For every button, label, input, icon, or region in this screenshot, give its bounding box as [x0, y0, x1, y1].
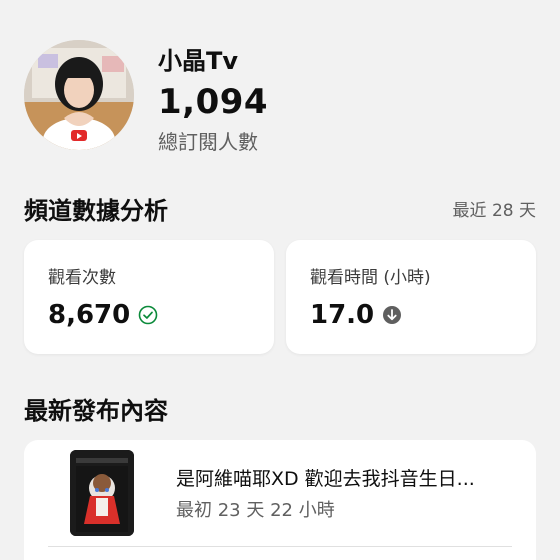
- post-title: 是阿維喵耶XD 歡迎去我抖音生日...: [176, 468, 475, 490]
- views-metric-card[interactable]: 觀看次數 8,670: [24, 240, 274, 354]
- post-thumbnail-image: [70, 450, 134, 536]
- watch-time-metric-card[interactable]: 觀看時間 (小時) 17.0: [286, 240, 536, 354]
- latest-post-card[interactable]: 是阿維喵耶XD 歡迎去我抖音生日... 最初 23 天 22 小時: [24, 440, 536, 560]
- metric-label: 觀看次數: [48, 268, 116, 288]
- divider: [48, 546, 512, 547]
- channel-header[interactable]: 小晶Tv 1,094 總訂閱人數: [24, 40, 536, 160]
- check-circle-icon: [138, 305, 158, 325]
- subscriber-count: 1,094: [158, 82, 269, 122]
- latest-title: 最新發布內容: [24, 397, 168, 425]
- avatar-image: [24, 40, 134, 150]
- avatar[interactable]: [24, 40, 134, 150]
- arrow-down-circle-icon: [382, 305, 402, 325]
- analytics-period: 最近 28 天: [452, 201, 536, 221]
- channel-dashboard: 小晶Tv 1,094 總訂閱人數 頻道數據分析 最近 28 天 觀看次數 8,6…: [0, 0, 560, 560]
- metric-value: 8,670: [48, 300, 131, 330]
- analytics-title: 頻道數據分析: [24, 197, 168, 225]
- post-thumbnail[interactable]: [70, 450, 134, 536]
- subscriber-label: 總訂閱人數: [158, 130, 258, 154]
- analytics-header: 頻道數據分析 最近 28 天: [24, 194, 536, 228]
- metric-label: 觀看時間 (小時): [310, 268, 431, 288]
- metric-value: 17.0: [310, 300, 375, 330]
- post-time: 最初 23 天 22 小時: [176, 500, 335, 521]
- channel-name: 小晶Tv: [158, 47, 239, 75]
- latest-header: 最新發布內容: [24, 394, 536, 428]
